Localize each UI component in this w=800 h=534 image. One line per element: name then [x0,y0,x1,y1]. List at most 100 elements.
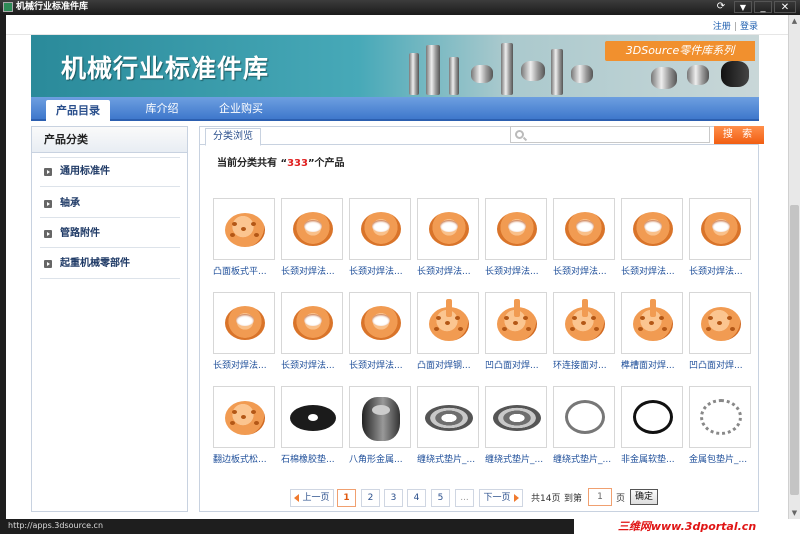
product-name[interactable]: 长颈对焊法... [281,358,343,371]
product-thumbnail[interactable] [349,292,411,354]
product-card[interactable]: 环连接面对... [553,292,615,371]
product-card[interactable]: 长颈对焊法... [485,198,547,277]
product-thumbnail[interactable] [553,292,615,354]
product-thumbnail[interactable] [689,198,751,260]
product-name[interactable]: 长颈对焊法... [553,264,615,277]
product-card[interactable]: 长颈对焊法... [553,198,615,277]
product-thumbnail[interactable] [689,292,751,354]
product-name[interactable]: 环连接面对... [553,358,615,371]
prev-page-button[interactable]: 上一页 [290,489,334,507]
product-card[interactable]: 长颈对焊法... [689,198,751,277]
login-link[interactable]: 登录 [740,22,758,32]
product-name[interactable]: 缠绕式垫片_... [485,452,547,465]
menu-button[interactable]: ▼ [734,1,752,13]
product-name[interactable]: 凹凸面对焊... [485,358,547,371]
confirm-button[interactable]: 确定 [630,489,658,505]
product-name[interactable]: 翻边板式松... [213,452,275,465]
product-thumbnail[interactable] [349,386,411,448]
product-thumbnail[interactable] [417,386,479,448]
category-item[interactable]: 通用标准件 [42,162,182,182]
product-card[interactable]: 缠绕式垫片_... [417,386,479,465]
product-card[interactable]: 石棉橡胶垫... [281,386,343,465]
product-name[interactable]: 长颈对焊法... [349,264,411,277]
product-thumbnail[interactable] [213,198,275,260]
scroll-thumb[interactable] [790,205,799,495]
product-card[interactable]: 凸面板式平... [213,198,275,277]
nav-tab-catalog[interactable]: 产品目录 [46,100,110,123]
product-name[interactable]: 长颈对焊法... [689,264,751,277]
product-thumbnail[interactable] [621,292,683,354]
product-card[interactable]: 长颈对焊法... [281,198,343,277]
category-item[interactable]: 轴承 [42,194,182,214]
product-thumbnail[interactable] [553,198,615,260]
scrollbar[interactable]: ▲ ▼ [788,15,800,519]
product-thumbnail[interactable] [417,198,479,260]
category-item[interactable]: 管路附件 [42,224,182,244]
product-name[interactable]: 非金属软垫... [621,452,683,465]
product-thumbnail[interactable] [281,198,343,260]
product-thumbnail[interactable] [553,386,615,448]
product-name[interactable]: 长颈对焊法... [417,264,479,277]
product-name[interactable]: 凸面板式平... [213,264,275,277]
product-name[interactable]: 八角形金属... [349,452,411,465]
scroll-down-icon[interactable]: ▼ [789,507,800,519]
product-name[interactable]: 缠绕式垫片_... [553,452,615,465]
minimize-button[interactable]: _ [754,1,772,13]
product-card[interactable]: 长颈对焊法... [621,198,683,277]
product-name[interactable]: 榫槽面对焊... [621,358,683,371]
page-button[interactable]: 4 [407,489,426,507]
page-button[interactable]: 5 [431,489,450,507]
tab-category-browse[interactable]: 分类浏览 [205,128,261,146]
product-card[interactable]: 长颈对焊法... [417,198,479,277]
nav-tab-buy[interactable]: 企业购买 [209,97,273,121]
product-thumbnail[interactable] [485,198,547,260]
product-card[interactable]: 翻边板式松... [213,386,275,465]
product-thumbnail[interactable] [349,198,411,260]
product-card[interactable]: 八角形金属... [349,386,411,465]
close-button[interactable]: ✕ [774,1,796,13]
product-card[interactable]: 金属包垫片_... [689,386,751,465]
product-thumbnail[interactable] [689,386,751,448]
product-name[interactable]: 凸面对焊钢... [417,358,479,371]
product-card[interactable]: 长颈对焊法... [213,292,275,371]
product-thumbnail[interactable] [213,292,275,354]
product-name[interactable]: 缠绕式垫片_... [417,452,479,465]
product-card[interactable]: 长颈对焊法... [349,292,411,371]
product-thumbnail[interactable] [281,386,343,448]
product-card[interactable]: 缠绕式垫片_... [485,386,547,465]
page-button-current[interactable]: 1 [337,489,356,507]
product-name[interactable]: 长颈对焊法... [213,358,275,371]
next-page-button[interactable]: 下一页 [479,489,523,507]
product-card[interactable]: 非金属软垫... [621,386,683,465]
scroll-up-icon[interactable]: ▲ [789,15,800,27]
product-name[interactable]: 长颈对焊法... [485,264,547,277]
product-name[interactable]: 金属包垫片_... [689,452,751,465]
product-thumbnail[interactable] [281,292,343,354]
refresh-icon[interactable]: ⟳ [714,1,728,13]
nav-tab-intro[interactable]: 库介绍 [129,97,195,121]
register-link[interactable]: 注册 [713,22,731,32]
product-thumbnail[interactable] [621,386,683,448]
product-name[interactable]: 长颈对焊法... [349,358,411,371]
product-name[interactable]: 长颈对焊法... [621,264,683,277]
product-thumbnail[interactable] [621,198,683,260]
product-name[interactable]: 凹凸面对焊... [689,358,751,371]
product-card[interactable]: 凹凸面对焊... [689,292,751,371]
category-item[interactable]: 起重机械零部件 [42,254,182,274]
product-thumbnail[interactable] [213,386,275,448]
goto-page-input[interactable]: 1 [588,488,612,506]
product-card[interactable]: 长颈对焊法... [349,198,411,277]
product-card[interactable]: 凹凸面对焊... [485,292,547,371]
product-card[interactable]: 长颈对焊法... [281,292,343,371]
page-button[interactable]: 3 [384,489,403,507]
product-thumbnail[interactable] [485,292,547,354]
search-button[interactable]: 搜 索 [714,126,764,144]
search-input[interactable] [510,126,710,143]
product-card[interactable]: 榫槽面对焊... [621,292,683,371]
product-card[interactable]: 缠绕式垫片_... [553,386,615,465]
page-button[interactable]: 2 [361,489,380,507]
product-thumbnail[interactable] [485,386,547,448]
product-name[interactable]: 长颈对焊法... [281,264,343,277]
product-thumbnail[interactable] [417,292,479,354]
product-name[interactable]: 石棉橡胶垫... [281,452,343,465]
